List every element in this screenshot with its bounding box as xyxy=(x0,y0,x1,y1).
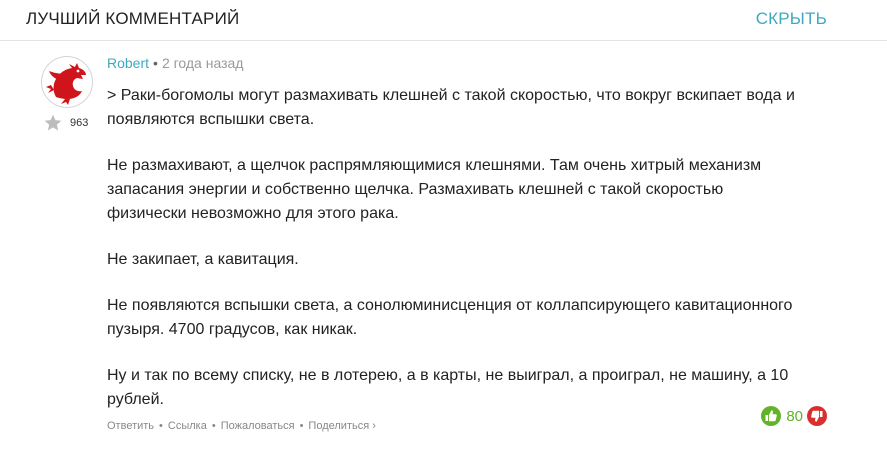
share-link[interactable]: Поделиться › xyxy=(308,420,375,432)
thumbs-up-icon[interactable] xyxy=(761,406,782,426)
rating-value: 963 xyxy=(70,117,89,129)
comment-paragraph: Не появляются вспышки света, а сонолюмин… xyxy=(107,297,793,338)
action-separator: • xyxy=(159,420,163,432)
comment-actions: Ответить • Ссылка • Пожаловаться • Поделиться … xyxy=(107,420,376,432)
thumbs-down-icon[interactable] xyxy=(807,406,827,426)
comment-paragraph: Не закипает, а кавитация. xyxy=(107,251,299,268)
reply-link[interactable]: Ответить xyxy=(107,420,154,432)
action-separator: • xyxy=(211,420,216,432)
comment-paragraph: > Раки-богомолы могут размахивать клешне… xyxy=(107,87,795,128)
vote-controls: 80 xyxy=(761,405,827,427)
comment-paragraph: Не размахивают, а щелчок распрямляющимис… xyxy=(107,157,762,222)
section-title: ЛУЧШИЙ КОММЕНТАРИЙ xyxy=(26,9,240,28)
star-icon xyxy=(44,114,62,131)
best-comment-header: ЛУЧШИЙ КОММЕНТАРИЙ СКРЫТЬ xyxy=(0,0,887,41)
comment-body: > Раки-богомолы могут размахивать клешне… xyxy=(107,84,807,434)
comment-paragraph: Ну и так по всему списку, не в лотерею, … xyxy=(107,367,789,408)
permalink-link[interactable]: Ссылка xyxy=(168,420,207,432)
comment-meta: Robert • 2 года назад xyxy=(107,55,243,71)
avatar[interactable] xyxy=(41,56,93,108)
user-rating: 963 xyxy=(43,112,88,134)
comment: 963 Robert • 2 года назад > Раки-богомолы … xyxy=(0,41,887,451)
hide-button[interactable]: СКРЫТЬ xyxy=(756,9,827,29)
meta-separator: • xyxy=(153,55,158,71)
comment-time: 2 года назад xyxy=(161,55,244,71)
dragon-avatar-icon xyxy=(46,63,86,105)
report-link[interactable]: Пожаловаться xyxy=(221,420,295,432)
comment-score: 80 xyxy=(786,407,803,425)
action-separator: • xyxy=(299,420,304,432)
author-link[interactable]: Robert xyxy=(107,55,149,71)
